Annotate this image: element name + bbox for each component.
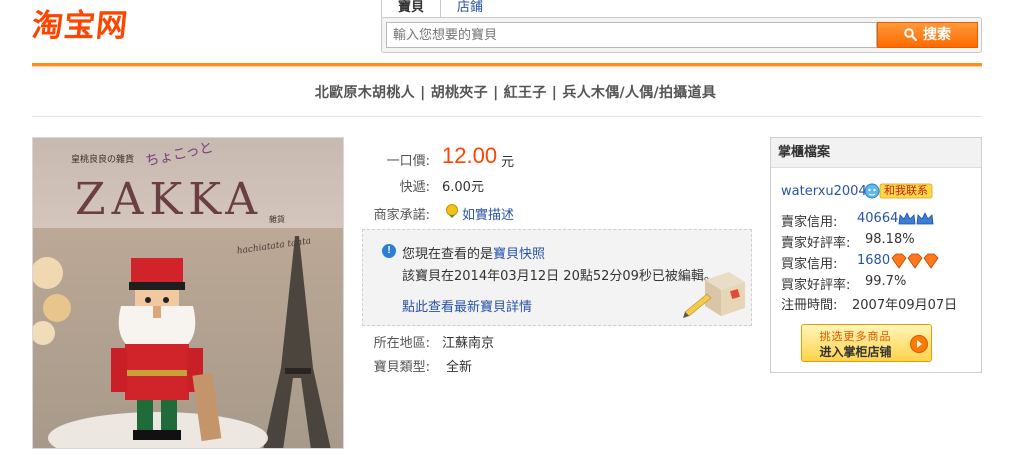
promise-icon: [445, 204, 459, 219]
shop-category-line: 北歐原木胡桃人 | 胡桃夾子 | 紅王子 | 兵人木偶/人偶/拍攝道具: [314, 85, 717, 101]
crown-icon: [898, 211, 934, 231]
location-label: 所在地區:: [373, 336, 430, 351]
taobao-logo[interactable]: 淘宝网: [30, 6, 179, 46]
info-icon: !: [382, 244, 396, 258]
page-root: 淘宝网 寶貝 店鋪 搜索 北歐原木胡桃人 | 胡桃夾子 | 紅王子 | 兵人木偶…: [0, 0, 1031, 456]
buyer-credit-label: 買家信用:: [781, 257, 838, 272]
tab-shops[interactable]: 店鋪: [441, 0, 499, 18]
seller-rating-value: 98.18%: [865, 232, 915, 247]
image-small-text: 皇桃良良の雜貨: [71, 153, 134, 165]
header-shadow: [32, 67, 982, 73]
buyer-credit-value[interactable]: 1680: [857, 253, 890, 268]
shop-button-bottom-text: 进入掌柜店铺: [819, 345, 892, 359]
item-type-value: 全新: [446, 360, 473, 375]
package-pencil-icon: [679, 260, 749, 322]
shipping-value: 6.00元: [442, 180, 484, 195]
search-button[interactable]: 搜索: [877, 22, 978, 48]
snapshot-link[interactable]: 寶貝快照: [493, 247, 545, 262]
snapshot-line1-prefix: 您現在查看的是: [402, 247, 494, 262]
price-unit: 元: [501, 155, 515, 170]
search-icon: [904, 28, 917, 41]
seller-rating-label: 賣家好評率:: [781, 236, 851, 251]
buyer-rating-label: 買家好評率:: [781, 278, 851, 293]
seller-panel-title: 掌櫃檔案: [771, 138, 981, 168]
contact-seller-button[interactable]: 和我联系: [864, 183, 934, 203]
snapshot-notice: ! 您現在查看的是寶貝快照 該寶貝在2014年03月12日 20點52分09秒已…: [362, 229, 752, 326]
register-date-value: 2007年09月07日: [852, 298, 958, 313]
seller-credit-value[interactable]: 40664: [857, 211, 898, 226]
shop-button-top-text: 挑选更多商品: [819, 330, 892, 343]
arrow-right-icon: [910, 335, 928, 353]
promise-link[interactable]: 如實描述: [462, 204, 514, 223]
diamond-icon: [890, 253, 942, 273]
search-tabs: 寶貝 店鋪: [381, 0, 499, 18]
register-date-label: 注冊時間:: [781, 298, 838, 313]
image-brand-sub: 雜貨: [269, 214, 285, 224]
buyer-rating-value: 99.7%: [865, 274, 907, 289]
seller-profile-panel: 掌櫃檔案 waterxu2004 賣家信用: 40664 賣家好評率: 98.1…: [770, 137, 982, 373]
price-label: 一口價:: [386, 154, 430, 169]
seller-name-link[interactable]: waterxu2004: [781, 184, 867, 199]
search-frame: 搜索: [381, 17, 982, 53]
item-type-label: 寶貝類型:: [373, 360, 430, 375]
shipping-label: 快遞:: [399, 180, 430, 195]
location-value: 江蘇南京: [442, 336, 495, 351]
contact-seller-label: 和我联系: [884, 184, 928, 197]
promise-label: 商家承諾:: [373, 208, 430, 223]
tab-items[interactable]: 寶貝: [381, 0, 442, 18]
image-brand-text: ZAKKA: [75, 174, 263, 225]
enter-shop-button[interactable]: 挑选更多商品 进入掌柜店铺: [801, 324, 932, 362]
view-latest-link[interactable]: 點此查看最新寶貝詳情: [402, 296, 532, 315]
product-image[interactable]: 皇桃良良の雜貨 ちょこっと ZAKKA 雜貨 hachiatata tanta: [32, 137, 344, 449]
snapshot-edit-time: 該寶貝在2014年03月12日 20點52分09秒已被編輯。: [402, 269, 717, 284]
content-divider: [32, 116, 982, 117]
snapshot-line1: 您現在查看的是寶貝快照: [402, 243, 545, 262]
price-value: 12.00: [442, 143, 498, 168]
seller-credit-label: 賣家信用:: [781, 215, 838, 230]
search-area: 寶貝 店鋪 搜索: [381, 0, 982, 54]
search-button-label: 搜索: [923, 27, 951, 43]
search-input[interactable]: [386, 22, 877, 48]
